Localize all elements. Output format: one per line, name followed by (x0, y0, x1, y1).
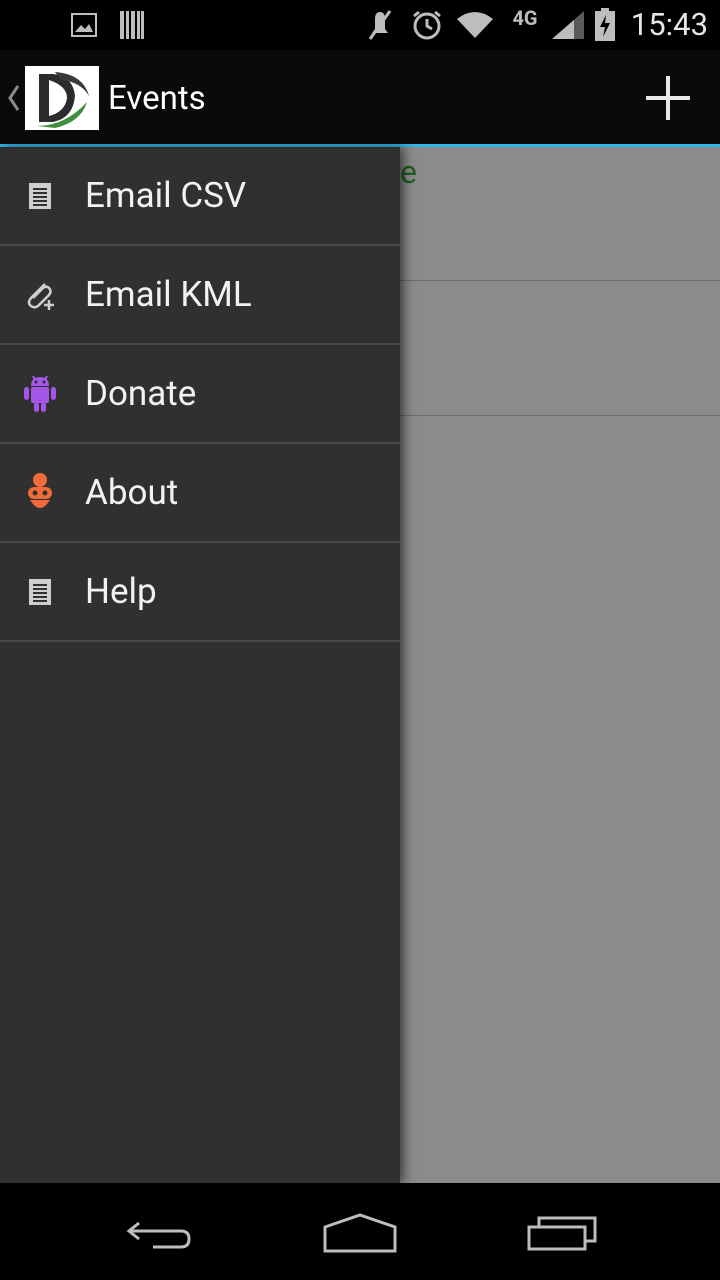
back-button[interactable] (110, 1203, 210, 1263)
wifi-icon (455, 0, 495, 50)
home-button[interactable] (310, 1203, 410, 1263)
drawer-item-label: Email KML (85, 274, 252, 315)
battery-charging-icon (592, 0, 618, 50)
back-icon (126, 1221, 191, 1249)
drawer-item-label: Donate (85, 373, 197, 414)
network-label: 4G (512, 6, 538, 30)
action-bar: Events (0, 50, 720, 147)
recents-button[interactable] (512, 1203, 612, 1263)
status-time: 15:43 (630, 6, 708, 43)
home-icon (323, 1213, 397, 1253)
drawer-item-email-csv[interactable]: Email CSV (0, 147, 400, 246)
add-button[interactable] (636, 66, 700, 130)
chevron-left-icon[interactable] (7, 78, 21, 118)
drawer-item-label: Help (85, 571, 157, 612)
app-logo[interactable] (25, 66, 99, 130)
lte-signal-icon (548, 0, 588, 50)
list-item-title: e (400, 153, 417, 191)
mute-icon (364, 0, 396, 50)
status-bar: 4G 15:43 (0, 0, 720, 50)
drawer-item-email-kml[interactable]: Email KML (0, 246, 400, 345)
drawer-item-label: About (85, 472, 179, 513)
navigation-drawer: Email CSV Email KML Donate About Help (0, 147, 400, 1183)
page-title: Events (108, 79, 206, 118)
android-icon (22, 375, 58, 412)
image-icon (68, 0, 100, 50)
document-icon (22, 178, 58, 214)
barcode-icon (118, 0, 146, 50)
document-icon (22, 574, 58, 610)
system-nav-bar (0, 1183, 720, 1280)
drawer-item-help[interactable]: Help (0, 543, 400, 642)
drawer-item-donate[interactable]: Donate (0, 345, 400, 444)
robot-icon (22, 472, 58, 511)
recents-icon (527, 1216, 597, 1251)
alarm-icon (410, 0, 444, 50)
attachment-icon (22, 277, 58, 313)
drawer-item-label: Email CSV (85, 175, 247, 216)
drawer-item-about[interactable]: About (0, 444, 400, 543)
plus-icon (646, 76, 690, 120)
